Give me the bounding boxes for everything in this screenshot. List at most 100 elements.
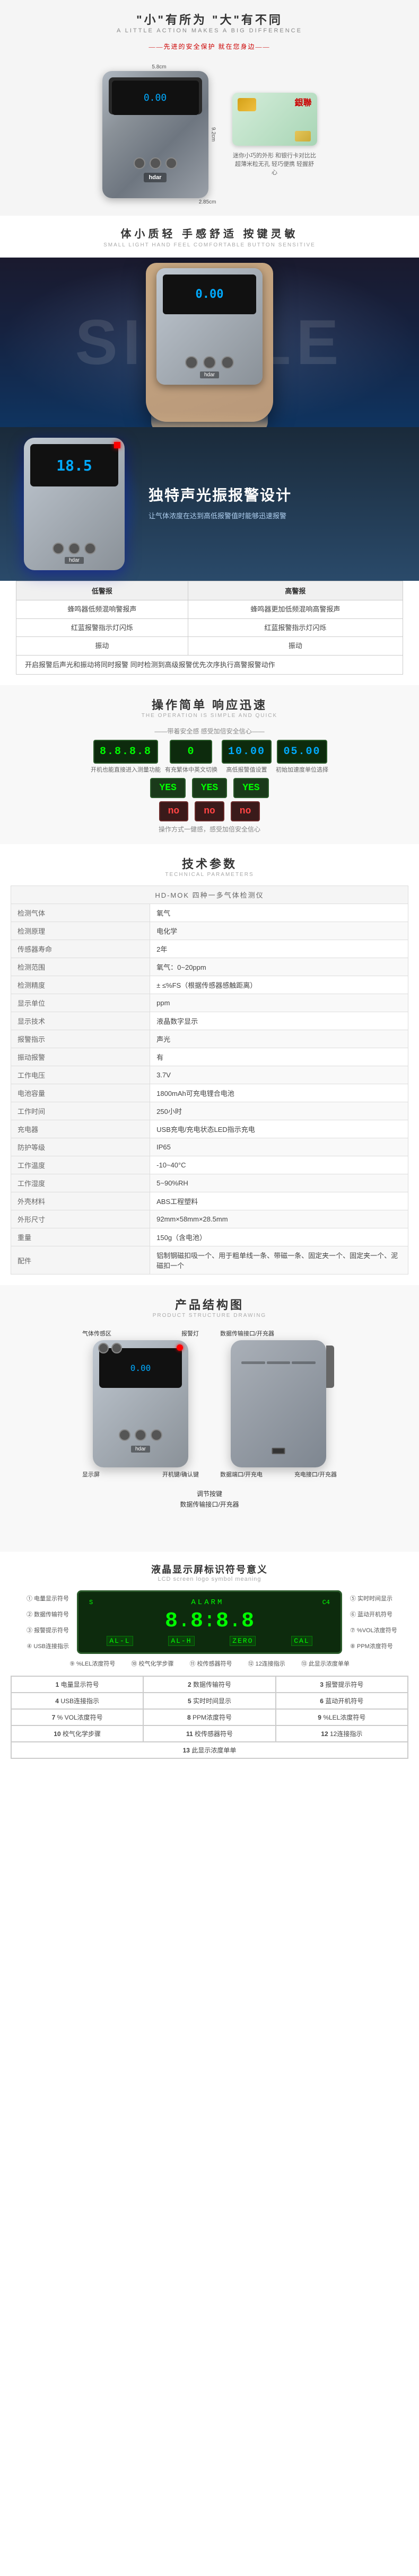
- tech-row-7: 报警指示 声光: [11, 1030, 408, 1048]
- lcd-label-cal: CAL: [291, 1636, 312, 1646]
- lcd-bottom-num-13: ⑬ 此显示浓度单单: [301, 1659, 350, 1668]
- tech-param-name-11: 工作时间: [11, 1102, 150, 1120]
- tech-param-name-7: 报警指示: [11, 1030, 150, 1048]
- lcd-bottom-labels-row: AL-L AL-H ZERO CAL: [89, 1636, 330, 1646]
- grid-text-13: 此显示浓度单单: [191, 1747, 236, 1754]
- lcd-label-al-h: AL-H: [168, 1636, 194, 1646]
- lcd-num-1: 8.8.8.8: [100, 746, 152, 758]
- front-view-wrapper: 气体传感区 报警灯 0.00: [82, 1329, 199, 1479]
- tech-table: HD-MOK 四种一多气体检测仪 检测气体 氧气 检测原理 电化学 传感器寿命 …: [11, 886, 408, 1274]
- yes-display-3: YES: [233, 778, 268, 798]
- tech-param-value-2: 2年: [150, 940, 408, 958]
- tech-param-value-0: 氧气: [150, 904, 408, 922]
- grid-num-1: 1: [56, 1681, 59, 1688]
- lcd-symbol-section: 液晶显示屏标识符号意义 LCD screen logo symbol meani…: [0, 1552, 419, 1777]
- product-with-side-dim: 0.00 hdar 9.2cm: [102, 71, 216, 198]
- hand-img-placeholder: 0.00 hdar: [0, 258, 419, 427]
- screen-item-3: 10.00 高低报警值设置: [222, 740, 272, 774]
- hand-btn-3: [221, 356, 234, 369]
- lcd-right-labels: ⑤ 实时时间显示 ⑥ 蓝动开机符号 ⑦ %VOL浓度符号 ⑧ PPM浓度符号: [345, 1590, 408, 1654]
- yes-display-1: YES: [150, 778, 185, 798]
- screen-item-4: 05.00 初始加速度单位选择: [276, 740, 328, 774]
- structure-diagram-container: 气体传感区 报警灯 0.00: [24, 1329, 395, 1541]
- grid-cell-11: 11 校传感器符号: [143, 1725, 275, 1742]
- alarm-device-body: 18.5 hdar: [24, 438, 125, 570]
- alarm-device-logo: hdar: [65, 557, 84, 564]
- grid-cell-12: 12 12连接指示: [276, 1725, 408, 1742]
- lcd-digit-1: 8: [165, 1611, 178, 1632]
- lcd-right-label-4: ⑧ PPM浓度符号: [350, 1640, 408, 1652]
- lcd-screen-big: S ALARM C4 8 . 8 : 8 . 8 AL-L AL-H: [77, 1590, 342, 1654]
- lcd-label-al-l: AL-L: [107, 1636, 133, 1646]
- lcd-left-label-2: ② 数据传输符号: [11, 1608, 69, 1620]
- grid-text-5: 实时时间显示: [193, 1697, 231, 1705]
- tech-param-value-13: IP65: [150, 1138, 408, 1156]
- lcd-left-label-4: ④ USB连接指示: [11, 1640, 69, 1652]
- grid-num-13: 13: [183, 1747, 190, 1754]
- lcd-colon: :: [203, 1609, 216, 1633]
- grid-num-3: 3: [320, 1681, 324, 1688]
- alarm-col-low: 低警报: [16, 581, 188, 600]
- btn-2: [150, 157, 161, 169]
- grid-cell-6: 6 蓝动开机符号: [276, 1693, 408, 1709]
- grid-cell-13: 13 此显示浓度单单: [11, 1742, 408, 1758]
- struct-charge-label: 数据传输接口/开充器: [24, 1500, 395, 1509]
- struct-bottom-note: 调节按键: [24, 1489, 395, 1498]
- tech-row-13: 防护等级 IP65: [11, 1138, 408, 1156]
- screen-label-2: 有充繁体中英文切换: [165, 765, 217, 774]
- tech-row-8: 振动报警 有: [11, 1048, 408, 1066]
- hand-graphic: 0.00 hdar: [146, 263, 273, 422]
- tech-param-name-18: 重量: [11, 1228, 150, 1246]
- device-buttons: [134, 157, 177, 169]
- structure-device-front: 0.00 hdar: [93, 1340, 188, 1467]
- grid-num-7: 7: [52, 1714, 56, 1721]
- back-view-wrapper: 数据传输接口/开充器: [220, 1329, 337, 1479]
- grid-num-12: 12: [321, 1730, 328, 1738]
- yes-text-3: YES: [242, 783, 259, 793]
- grid-cell-7: 7 % VOL浓度符号: [11, 1709, 143, 1725]
- alarm-row-2: 红蓝报警指示灯闪烁 红蓝报警指示灯闪烁: [16, 618, 403, 637]
- tech-param-value-18: 150g（含电池）: [150, 1228, 408, 1246]
- grid-num-5: 5: [188, 1697, 191, 1705]
- tech-row-12: 充电器 USB充电/充电状态LED指示充电: [11, 1120, 408, 1138]
- struct-screen-val: 0.00: [130, 1363, 151, 1373]
- tech-title: 技术参数: [11, 855, 408, 872]
- hand-device-section: SIMPLE 0.00 hdar: [0, 258, 419, 427]
- tech-param-name-4: 检测精度: [11, 976, 150, 994]
- hero-product-area: 5.8cm 0.00 hdar: [0, 59, 419, 210]
- lcd-display-4: 05.00: [277, 740, 327, 764]
- alarm-device-section: 18.5 hdar 独特声光振报警设计 让气体浓度在达到高低报警值时能够迅速报警: [0, 427, 419, 581]
- label-data-port-1: 数据传输接口/开充器: [220, 1329, 274, 1338]
- alarm-table: 低警报 高警报 蜂鸣器低频混响警报声 蜂鸣器更加低频混响高警报声 红蓝报警指示灯…: [16, 581, 403, 675]
- features-subtitle: SMALL LIGHT HAND FEEL COMFORTABLE BUTTON…: [11, 242, 408, 248]
- dim-height: 9.2cm: [211, 127, 216, 141]
- alarm-row-1: 蜂鸣器低频混响警报声 蜂鸣器更加低频混响高警报声: [16, 600, 403, 619]
- tech-param-name-10: 电池容量: [11, 1084, 150, 1102]
- tech-param-name-2: 传感器寿命: [11, 940, 150, 958]
- struct-btn-2: [135, 1429, 146, 1441]
- screen-item-1: 8.8.8.8 开机也能直接进入测量功能: [91, 740, 161, 774]
- bank-card-image: 銀聯: [232, 93, 317, 146]
- tech-row-15: 工作湿度 5~90%RH: [11, 1174, 408, 1192]
- struct-label-adjust-keys: 调节按键: [197, 1490, 222, 1498]
- struct-screen: 0.00: [99, 1348, 182, 1388]
- tech-row-16: 外壳材料 ABS工程塑料: [11, 1192, 408, 1210]
- grid-cell-3: 3 报警提示符号: [276, 1676, 408, 1693]
- alarm-table-wrapper: 低警报 高警报 蜂鸣器低频混响警报声 蜂鸣器更加低频混响高警报声 红蓝报警指示灯…: [0, 581, 419, 685]
- tech-param-name-1: 检测原理: [11, 922, 150, 940]
- label-power-btn: 开机键/确认键: [162, 1470, 199, 1479]
- tech-param-name-15: 工作湿度: [11, 1174, 150, 1192]
- device-on-hand: 0.00 hdar: [156, 268, 263, 385]
- back-top-labels-row: 数据传输接口/开充器: [220, 1329, 337, 1338]
- lcd-num-3: 10.00: [228, 746, 265, 758]
- tech-param-name-13: 防护等级: [11, 1138, 150, 1156]
- lcd-diagram-container: ① 电量显示符号 ② 数据传输符号 ③ 报警提示符号 ④ USB连接指示 S A…: [11, 1590, 408, 1654]
- grid-cell-5: 5 实时时间显示: [143, 1693, 275, 1709]
- grid-cell-2: 2 数据传输符号: [143, 1676, 275, 1693]
- dim-width: 5.8cm: [102, 64, 216, 70]
- grid-num-6: 6: [320, 1697, 324, 1705]
- alarm-cell-2-high: 红蓝报警指示灯闪烁: [188, 618, 403, 637]
- tech-param-name-6: 显示技术: [11, 1012, 150, 1030]
- yes-row: YES YES YES: [11, 778, 408, 798]
- tech-table-header-row: HD-MOK 四种一多气体检测仪: [11, 886, 408, 904]
